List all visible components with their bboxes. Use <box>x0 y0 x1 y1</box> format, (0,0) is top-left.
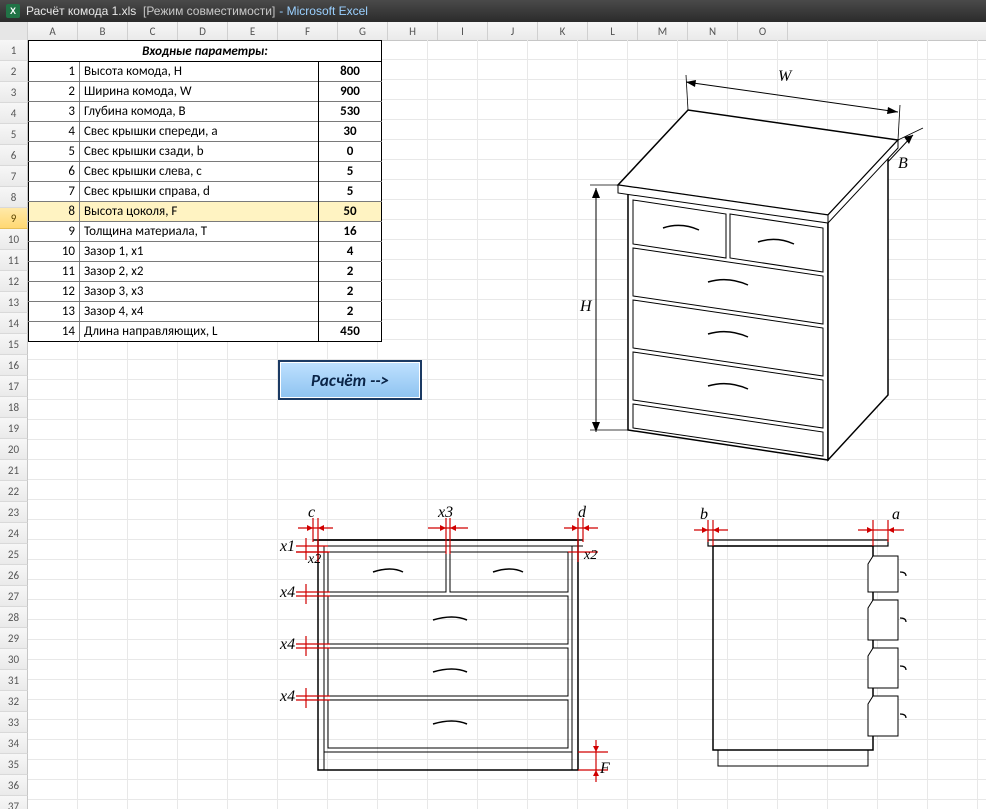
dim-x4-1: x4 <box>280 584 295 602</box>
param-row[interactable]: 6Свес крышки слева, c5 <box>29 162 382 182</box>
params-header: Входные параметры: <box>29 41 382 62</box>
row-headers[interactable]: 1234567891011121314151617181920212223242… <box>0 40 28 809</box>
param-row[interactable]: 14Длина направляющих, L450 <box>29 322 382 342</box>
compat-mode: [Режим совместимости] <box>143 4 275 18</box>
param-row[interactable]: 1Высота комода, H800 <box>29 62 382 82</box>
excel-icon: X <box>6 4 20 18</box>
column-headers[interactable]: ABCDEFGHIJKLMNO <box>0 22 986 41</box>
param-row[interactable]: 7Свес крышки справа, d5 <box>29 182 382 202</box>
dim-x4-3: x4 <box>280 688 295 706</box>
dim-W: W <box>778 68 791 86</box>
param-row[interactable]: 5Свес крышки сзади, b0 <box>29 142 382 162</box>
param-row[interactable]: 3Глубина комода, B530 <box>29 102 382 122</box>
dim-F: F <box>600 760 610 778</box>
dim-x1: x1 <box>280 538 295 556</box>
dim-d: d <box>578 504 586 522</box>
params-table[interactable]: Входные параметры: 1Высота комода, H8002… <box>28 40 382 342</box>
param-row[interactable]: 11Зазор 2, x22 <box>29 262 382 282</box>
param-row[interactable]: 10Зазор 1, x14 <box>29 242 382 262</box>
app-name: - Microsoft Excel <box>279 4 368 18</box>
param-row[interactable]: 12Зазор 3, x32 <box>29 282 382 302</box>
dim-b: b <box>700 506 708 524</box>
param-row[interactable]: 8Высота цоколя, F50 <box>29 202 382 222</box>
dim-x4-2: x4 <box>280 636 295 654</box>
titlebar: X Расчёт комода 1.xls [Режим совместимос… <box>0 0 986 22</box>
side-elevation-drawing: b a <box>658 510 928 800</box>
dim-a: a <box>892 506 900 524</box>
cells-grid[interactable]: Входные параметры: 1Высота комода, H8002… <box>28 40 986 809</box>
calculate-button[interactable]: Расчёт --> <box>278 360 422 400</box>
front-elevation-drawing: c x3 d x1 x2 x2 x4 x4 x4 F <box>278 510 618 800</box>
worksheet[interactable]: ABCDEFGHIJKLMNO 123456789101112131415161… <box>0 22 986 809</box>
param-row[interactable]: 2Ширина комода, W900 <box>29 82 382 102</box>
file-name: Расчёт комода 1.xls <box>26 4 136 18</box>
calculate-label: Расчёт --> <box>311 370 389 391</box>
param-row[interactable]: 13Зазор 4, x42 <box>29 302 382 322</box>
isometric-drawing: W B H <box>578 60 948 460</box>
dim-x3: x3 <box>438 504 453 522</box>
param-row[interactable]: 4Свес крышки спереди, a30 <box>29 122 382 142</box>
dim-B: B <box>898 155 908 173</box>
dim-H: H <box>580 298 592 316</box>
param-row[interactable]: 9Толщина материала, T16 <box>29 222 382 242</box>
dim-x2-right: x2 <box>584 548 597 564</box>
dim-x2-left: x2 <box>308 552 321 568</box>
dim-c: c <box>308 504 315 522</box>
